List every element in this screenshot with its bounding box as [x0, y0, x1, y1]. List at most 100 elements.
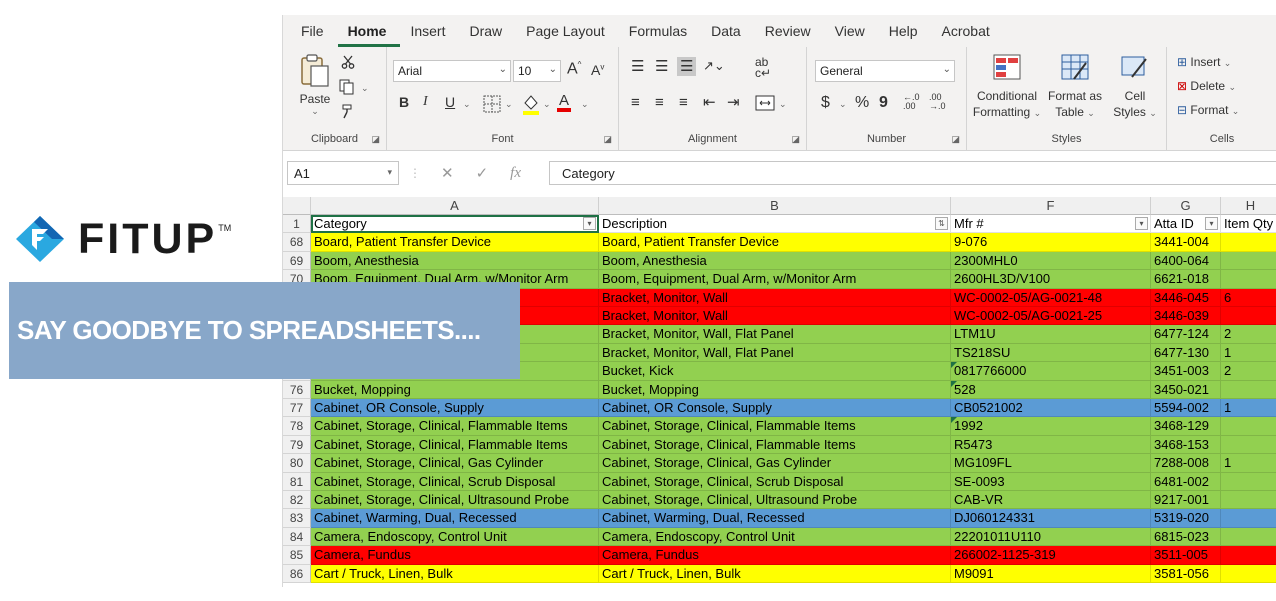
number-as-text-indicator-icon[interactable] — [951, 417, 957, 424]
insert-cells-button[interactable]: ⊞ Insert ⌄ — [1177, 55, 1231, 69]
column-title-h[interactable]: Item Qty — [1221, 215, 1276, 234]
menu-tab-formulas[interactable]: Formulas — [619, 23, 701, 47]
row-number[interactable]: 78 — [283, 417, 311, 436]
cell-mfr[interactable]: M9091 — [951, 564, 1151, 583]
currency-format-button[interactable]: $ — [821, 95, 830, 111]
font-size-select[interactable]: 10 ⌄ — [513, 60, 561, 82]
cell-mfr[interactable]: 0817766000 — [951, 362, 1151, 381]
font-name-select[interactable]: Arial ⌄ — [393, 60, 511, 82]
cell-category[interactable]: Cabinet, Storage, Clinical, Ultrasound P… — [311, 491, 599, 510]
cell-category[interactable]: Cabinet, Storage, Clinical, Flammable It… — [311, 435, 599, 455]
cell-description[interactable]: Bracket, Monitor, Wall — [599, 307, 951, 326]
number-as-text-indicator-icon[interactable] — [951, 362, 957, 369]
align-left-icon[interactable]: ≡ — [631, 95, 640, 110]
formula-input[interactable]: Category — [549, 161, 1276, 185]
conditional-formatting-button[interactable]: Conditional Formatting ⌄ — [971, 53, 1043, 121]
cell-description[interactable]: Cabinet, Storage, Clinical, Flammable It… — [599, 435, 951, 455]
cell-atta[interactable]: 3441-004 — [1151, 233, 1221, 252]
cell-atta[interactable]: 3581-056 — [1151, 564, 1221, 583]
chevron-down-icon[interactable]: ⌄ — [361, 83, 369, 94]
number-as-text-indicator-icon[interactable] — [951, 380, 957, 387]
cell-mfr[interactable]: 2600HL3D/V100 — [951, 270, 1151, 289]
cell-description[interactable]: Cabinet, Storage, Clinical, Scrub Dispos… — [599, 472, 951, 491]
menu-tab-help[interactable]: Help — [879, 23, 932, 47]
chevron-down-icon[interactable]: ⌄ — [463, 99, 471, 110]
dialog-launcher-icon[interactable]: ◪ — [951, 134, 960, 145]
column-header-g[interactable]: G — [1151, 197, 1221, 215]
cell-qty[interactable] — [1221, 527, 1276, 547]
cell-description[interactable]: Boom, Anesthesia — [599, 251, 951, 271]
cell-qty[interactable]: 1 — [1221, 399, 1276, 418]
cell-mfr[interactable]: R5473 — [951, 435, 1151, 455]
insert-function-icon[interactable]: fx — [510, 165, 521, 182]
wrap-text-icon[interactable]: ab c↵ — [755, 56, 771, 79]
cell-category[interactable]: Camera, Fundus — [311, 546, 599, 565]
filter-dropdown-icon[interactable]: ▾ — [583, 217, 596, 230]
filter-dropdown-icon[interactable]: ▾ — [1135, 217, 1148, 230]
increase-decimal-button[interactable]: ←.0 .00 — [903, 93, 925, 111]
merge-center-icon[interactable] — [755, 95, 775, 111]
chevron-down-icon[interactable]: ⌄ — [505, 99, 513, 110]
sort-filter-icon[interactable]: ⇅ — [935, 217, 948, 230]
middle-align-icon[interactable]: ☰ — [655, 59, 668, 74]
cell-category[interactable]: Camera, Endoscopy, Control Unit — [311, 527, 599, 547]
cell-category[interactable]: Cabinet, Warming, Dual, Recessed — [311, 509, 599, 528]
cell-category[interactable]: Cabinet, OR Console, Supply — [311, 399, 599, 418]
decrease-font-size-icon[interactable]: Av — [591, 63, 604, 77]
cell-qty[interactable] — [1221, 564, 1276, 583]
cell-atta[interactable]: 5594-002 — [1151, 399, 1221, 418]
cell-description[interactable]: Bracket, Monitor, Wall, Flat Panel — [599, 343, 951, 363]
increase-indent-icon[interactable]: ⇥ — [727, 95, 740, 110]
format-painter-icon[interactable] — [341, 103, 357, 119]
delete-cells-button[interactable]: ⊠ Delete ⌄ — [1177, 79, 1236, 93]
cell-category[interactable]: Board, Patient Transfer Device — [311, 233, 599, 252]
cell-styles-button[interactable]: Cell Styles ⌄ — [1107, 53, 1163, 121]
cell-category[interactable]: Cabinet, Storage, Clinical, Flammable It… — [311, 417, 599, 436]
cell-qty[interactable]: 2 — [1221, 325, 1276, 344]
cell-description[interactable]: Board, Patient Transfer Device — [599, 233, 951, 252]
row-number[interactable]: 1 — [283, 215, 311, 234]
cell-description[interactable]: Bucket, Mopping — [599, 380, 951, 399]
cell-mfr[interactable]: TS218SU — [951, 343, 1151, 363]
paste-button[interactable]: Paste ⌄ — [295, 53, 335, 123]
cell-description[interactable]: Cabinet, Storage, Clinical, Ultrasound P… — [599, 491, 951, 510]
cell-atta[interactable]: 7288-008 — [1151, 454, 1221, 473]
cell-atta[interactable]: 3446-039 — [1151, 307, 1221, 326]
cell-atta[interactable]: 3451-003 — [1151, 362, 1221, 381]
row-number[interactable]: 69 — [283, 251, 311, 271]
orientation-icon[interactable]: ↗⌄ — [703, 59, 725, 72]
column-title-f[interactable]: Mfr # ▾ — [951, 215, 1151, 234]
chevron-down-icon[interactable]: ⌄ — [839, 99, 847, 110]
menu-tab-review[interactable]: Review — [755, 23, 825, 47]
cell-atta[interactable]: 5319-020 — [1151, 509, 1221, 528]
row-number[interactable]: 84 — [283, 527, 311, 547]
cell-qty[interactable] — [1221, 491, 1276, 510]
cell-qty[interactable] — [1221, 270, 1276, 289]
cell-qty[interactable] — [1221, 546, 1276, 565]
format-as-table-button[interactable]: Format as Table ⌄ — [1045, 53, 1105, 121]
align-right-icon[interactable]: ≡ — [679, 95, 688, 110]
row-number[interactable]: 77 — [283, 399, 311, 418]
underline-button[interactable]: U — [445, 95, 455, 109]
italic-button[interactable]: I — [423, 95, 428, 109]
cell-mfr[interactable]: 1992 — [951, 417, 1151, 436]
filter-dropdown-icon[interactable]: ▾ — [1205, 217, 1218, 230]
menu-tab-page-layout[interactable]: Page Layout — [516, 23, 619, 47]
row-number[interactable]: 80 — [283, 454, 311, 473]
cell-description[interactable]: Cabinet, Warming, Dual, Recessed — [599, 509, 951, 528]
row-number[interactable]: 86 — [283, 564, 311, 583]
cell-description[interactable]: Bracket, Monitor, Wall, Flat Panel — [599, 325, 951, 344]
menu-tab-home[interactable]: Home — [337, 23, 401, 47]
cell-atta[interactable]: 9217-001 — [1151, 491, 1221, 510]
cell-atta[interactable]: 6815-023 — [1151, 527, 1221, 547]
dialog-launcher-icon[interactable]: ◪ — [371, 134, 380, 145]
cell-mfr[interactable]: LTM1U — [951, 325, 1151, 344]
cell-mfr[interactable]: 2300MHL0 — [951, 251, 1151, 271]
cell-qty[interactable] — [1221, 435, 1276, 455]
cell-description[interactable]: Cart / Truck, Linen, Bulk — [599, 564, 951, 583]
cell-category[interactable]: Cabinet, Storage, Clinical, Scrub Dispos… — [311, 472, 599, 491]
cell-description[interactable]: Camera, Fundus — [599, 546, 951, 565]
cell-atta[interactable]: 3446-045 — [1151, 288, 1221, 307]
cell-qty[interactable]: 6 — [1221, 288, 1276, 307]
dialog-launcher-icon[interactable]: ◪ — [791, 134, 800, 145]
